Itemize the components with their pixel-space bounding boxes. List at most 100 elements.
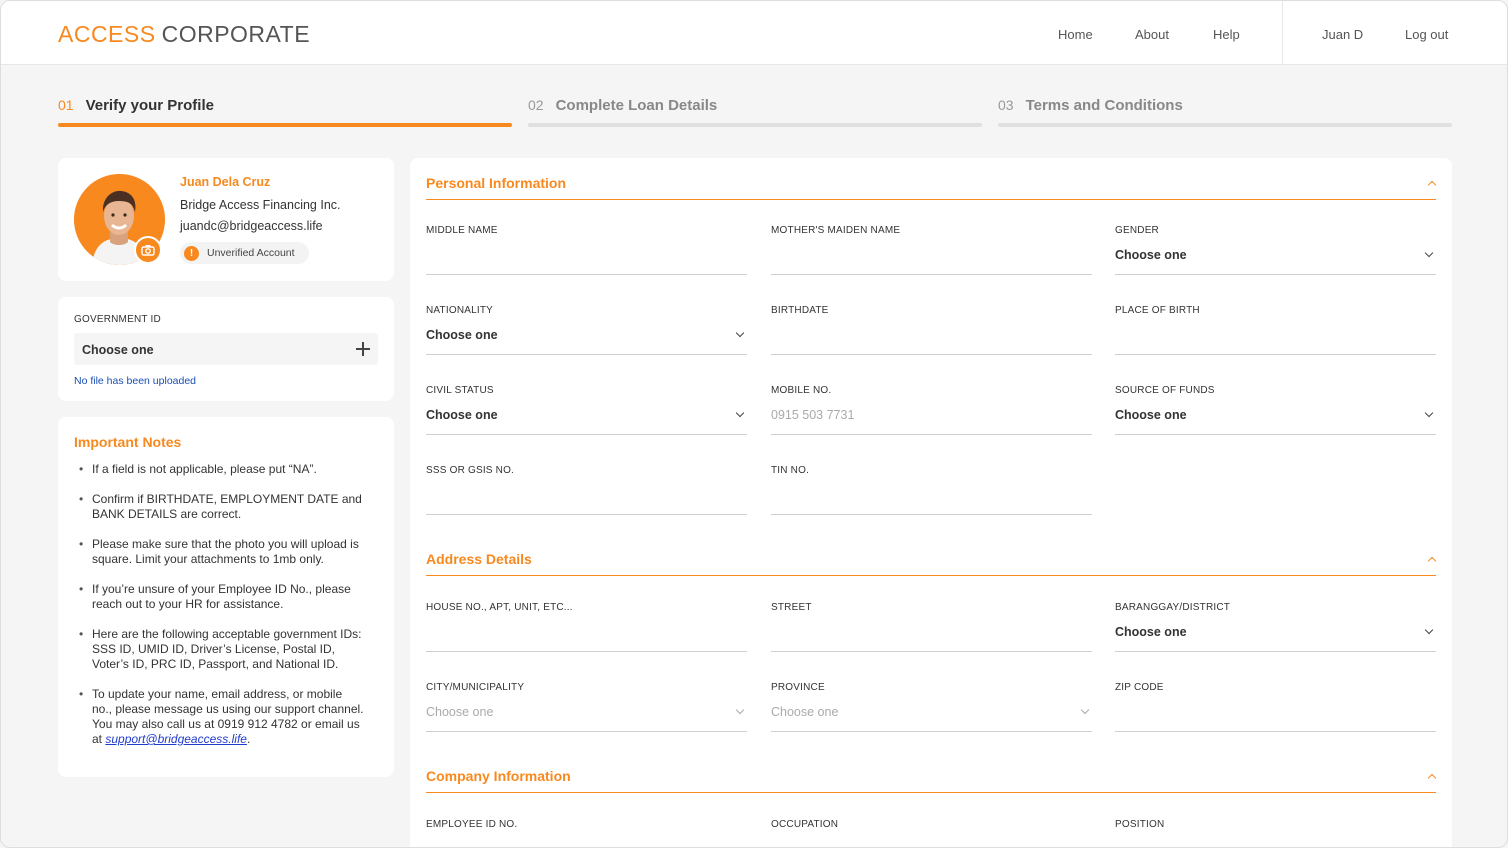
government-id-value: Choose one (82, 343, 154, 357)
province-select[interactable]: PROVINCE Choose one (771, 682, 1092, 732)
civil-status-select[interactable]: CIVIL STATUS Choose one (426, 385, 747, 435)
profile-email: juandc@bridgeaccess.life (180, 219, 323, 233)
chevron-down-icon (1080, 707, 1090, 717)
government-id-card: GOVERNMENT ID Choose one No file has bee… (58, 297, 394, 401)
chevron-down-icon (735, 707, 745, 717)
step-number: 01 (58, 97, 74, 113)
camera-icon (141, 245, 155, 256)
employee-id-field[interactable]: EMPLOYEE ID NO. (426, 819, 747, 847)
step-progress-bar-2 (528, 123, 982, 127)
field-label: BARANGGAY/DISTRICT (1115, 602, 1231, 613)
select-placeholder: Choose one (426, 705, 494, 719)
note-item: Confirm if BIRTHDATE, EMPLOYMENT DATE an… (74, 492, 364, 522)
chevron-down-icon (735, 410, 745, 420)
step-progress-bar-1 (58, 123, 512, 127)
mothers-maiden-name-field[interactable]: MOTHER'S MAIDEN NAME (771, 225, 1092, 275)
occupation-field[interactable]: OCCUPATION (771, 819, 1092, 847)
notes-title: Important Notes (74, 434, 182, 450)
step-title: Verify your Profile (85, 97, 214, 114)
street-field[interactable]: STREET (771, 602, 1092, 652)
plus-icon[interactable] (356, 342, 370, 356)
middle-name-field[interactable]: MIDDLE NAME (426, 225, 747, 275)
warning-icon: ! (184, 245, 199, 261)
house-number-field[interactable]: HOUSE NO., APT, UNIT, ETC... (426, 602, 747, 652)
chevron-down-icon (1424, 627, 1434, 637)
tin-field[interactable]: TIN NO. (771, 465, 1092, 515)
input-placeholder: 0915 503 7731 (771, 408, 855, 422)
field-label: MOBILE NO. (771, 385, 832, 396)
position-field[interactable]: POSITION (1115, 819, 1436, 847)
place-of-birth-field[interactable]: PLACE OF BIRTH (1115, 305, 1436, 355)
change-photo-button[interactable] (134, 236, 162, 264)
step-title: Complete Loan Details (555, 97, 718, 114)
note-item: If you’re unsure of your Employee ID No.… (74, 582, 364, 612)
collapse-personal-icon[interactable] (1428, 179, 1436, 187)
step-progress-bar-3 (998, 123, 1452, 127)
note-trailing-period: . (246, 732, 251, 746)
collapse-address-icon[interactable] (1428, 555, 1436, 563)
step-number: 02 (528, 97, 544, 113)
field-label: SSS OR GSIS NO. (426, 465, 515, 476)
select-placeholder: Choose one (771, 705, 839, 719)
note-item: Here are the following acceptable govern… (74, 627, 364, 672)
field-label: TIN NO. (771, 465, 810, 476)
note-item: If a field is not applicable, please put… (74, 462, 364, 477)
zip-code-field[interactable]: ZIP CODE (1115, 682, 1436, 732)
field-label: HOUSE NO., APT, UNIT, ETC... (426, 602, 573, 613)
nav-about-link[interactable]: About (1135, 27, 1169, 42)
user-menu-link[interactable]: Juan D (1322, 27, 1363, 42)
field-label: EMPLOYEE ID NO. (426, 819, 518, 830)
note-item-support: To update your name, email address, or m… (74, 687, 364, 747)
notes-list: If a field is not applicable, please put… (74, 462, 364, 762)
city-select[interactable]: CITY/MUNICIPALITY Choose one (426, 682, 747, 732)
sss-gsis-field[interactable]: SSS OR GSIS NO. (426, 465, 747, 515)
step-title: Terms and Conditions (1025, 97, 1183, 114)
source-of-funds-select[interactable]: SOURCE OF FUNDS Choose one (1115, 385, 1436, 435)
chevron-down-icon (1424, 410, 1434, 420)
field-label: OCCUPATION (771, 819, 839, 830)
nav-divider (1282, 1, 1283, 65)
app-window: ACCESS CORPORATE Home About Help Juan D … (0, 0, 1508, 848)
profile-card: Juan Dela Cruz Bridge Access Financing I… (58, 158, 394, 281)
field-label: POSITION (1115, 819, 1165, 830)
section-divider (426, 792, 1436, 793)
profile-company: Bridge Access Financing Inc. (180, 198, 341, 212)
field-label: PLACE OF BIRTH (1115, 305, 1200, 316)
field-label: MOTHER'S MAIDEN NAME (771, 225, 901, 236)
field-label: BIRTHDATE (771, 305, 829, 316)
step-number: 03 (998, 97, 1014, 113)
section-personal-title: Personal Information (426, 175, 567, 191)
nav-help-link[interactable]: Help (1213, 27, 1240, 42)
field-label: SOURCE OF FUNDS (1115, 385, 1215, 396)
gender-select[interactable]: GENDER Choose one (1115, 225, 1436, 275)
account-status-text: Unverified Account (207, 247, 295, 259)
upload-status-text: No file has been uploaded (74, 375, 197, 387)
barangay-select[interactable]: BARANGGAY/DISTRICT Choose one (1115, 602, 1436, 652)
support-email-link[interactable]: support@bridgeaccess.life (105, 732, 247, 746)
section-address-title: Address Details (426, 551, 532, 567)
government-id-select[interactable]: Choose one (74, 333, 378, 365)
chevron-down-icon (735, 330, 745, 340)
section-company-title: Company Information (426, 768, 571, 784)
field-label: PROVINCE (771, 682, 825, 693)
field-label: ZIP CODE (1115, 682, 1164, 693)
field-label: CITY/MUNICIPALITY (426, 682, 525, 693)
note-item: Please make sure that the photo you will… (74, 537, 364, 567)
select-value: Choose one (1115, 248, 1187, 262)
field-label: GENDER (1115, 225, 1159, 236)
mobile-number-field[interactable]: MOBILE NO. 0915 503 7731 (771, 385, 1092, 435)
government-id-label: GOVERNMENT ID (74, 314, 161, 325)
nationality-select[interactable]: NATIONALITY Choose one (426, 305, 747, 355)
select-value: Choose one (1115, 408, 1187, 422)
profile-name: Juan Dela Cruz (180, 175, 271, 189)
logout-link[interactable]: Log out (1405, 27, 1448, 42)
collapse-company-icon[interactable] (1428, 772, 1436, 780)
birthdate-field[interactable]: BIRTHDATE (771, 305, 1092, 355)
nav-home-link[interactable]: Home (1058, 27, 1093, 42)
logo-corporate-text: CORPORATE (161, 21, 311, 47)
important-notes-card: Important Notes If a field is not applic… (58, 417, 394, 777)
brand-logo[interactable]: ACCESS CORPORATE (58, 21, 310, 48)
select-value: Choose one (426, 328, 498, 342)
chevron-down-icon (1424, 250, 1434, 260)
select-value: Choose one (1115, 625, 1187, 639)
